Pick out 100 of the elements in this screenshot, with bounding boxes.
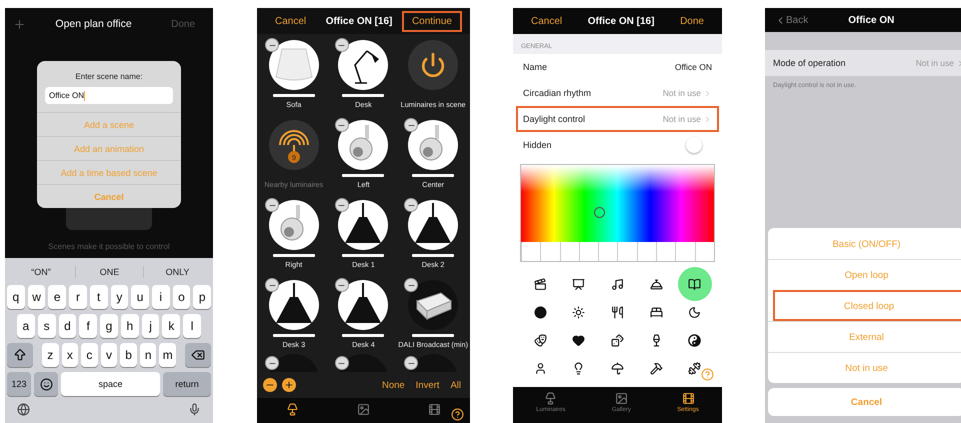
letter-key[interactable]: g (100, 314, 118, 338)
letter-key[interactable]: c (81, 343, 98, 367)
remove-button[interactable] (404, 118, 418, 132)
letter-key[interactable]: r (69, 285, 87, 309)
lamp-icon (286, 403, 299, 416)
color-selector[interactable] (594, 207, 606, 218)
letter-key[interactable]: q (6, 285, 25, 309)
settings-row[interactable]: Daylight control Not in use (516, 106, 719, 132)
letter-key[interactable]: y (110, 285, 128, 309)
letter-key[interactable]: m (159, 343, 176, 367)
brightness-bar (342, 334, 384, 337)
plus-icon (284, 380, 294, 390)
chevron-icon (703, 114, 712, 124)
hint-text: Scenes make it possible to control (48, 242, 170, 251)
scene-name-field[interactable]: Office ON (45, 87, 173, 104)
remove-button[interactable] (334, 278, 349, 292)
book-icon[interactable] (678, 267, 712, 301)
remove-button[interactable] (265, 198, 279, 212)
add-icon[interactable] (13, 18, 26, 30)
lamp-icon (544, 392, 558, 405)
picture-icon (614, 392, 628, 405)
picture-icon (357, 403, 370, 416)
power-icon (420, 52, 446, 78)
letter-key[interactable]: s (38, 314, 56, 338)
space-key[interactable]: space (61, 372, 160, 396)
remove-button[interactable] (265, 278, 279, 292)
letter-key[interactable]: i (152, 285, 170, 309)
letter-key[interactable]: l (183, 314, 202, 338)
color-swatch[interactable] (521, 242, 540, 261)
shift-key[interactable] (6, 343, 33, 367)
letter-key[interactable]: f (79, 314, 98, 338)
decrease-button[interactable] (263, 378, 277, 392)
help-icon[interactable] (451, 408, 464, 421)
remove-button[interactable] (265, 356, 279, 370)
smiley-icon (40, 378, 52, 390)
settings-row[interactable]: Mode of operation Not in use (765, 50, 961, 76)
cancel-button[interactable]: Cancel (265, 10, 316, 32)
color-swatch[interactable] (656, 242, 676, 261)
letter-key[interactable]: t (90, 285, 108, 309)
letter-key[interactable]: h (120, 314, 139, 338)
film-icon (428, 403, 441, 416)
brightness-bar (412, 174, 454, 177)
screen-title: Office ON (848, 14, 894, 26)
remove-button[interactable] (334, 356, 349, 370)
letter-key[interactable]: j (142, 314, 160, 338)
chevron-icon (703, 88, 712, 98)
remove-button[interactable] (404, 278, 418, 292)
remove-button[interactable] (404, 356, 418, 370)
remove-button[interactable] (334, 38, 349, 52)
remove-button[interactable] (334, 198, 349, 212)
return-key[interactable]: return (163, 372, 211, 396)
letter-key[interactable]: o (172, 285, 190, 309)
backspace-key[interactable] (185, 343, 212, 367)
numbers-key[interactable]: 123 (7, 372, 31, 396)
remove-button[interactable] (404, 198, 418, 212)
word-suggestion[interactable]: ONLY (143, 266, 211, 278)
letter-key[interactable]: v (100, 343, 118, 367)
letter-key[interactable]: b (120, 343, 137, 367)
remove-button[interactable] (334, 118, 349, 132)
letter-key[interactable]: u (131, 285, 149, 309)
screen-title: Office ON [16] (588, 16, 654, 26)
back-button[interactable]: Back (773, 12, 810, 28)
dialog-prompt: Enter scene name: (74, 71, 144, 83)
letter-key[interactable]: k (162, 314, 180, 338)
continue-button[interactable]: Continue (402, 10, 462, 32)
letter-key[interactable]: n (140, 343, 156, 367)
brightness-bar (272, 334, 315, 337)
emoji-key[interactable] (34, 372, 58, 396)
brightness-bar (342, 94, 384, 97)
brightness-bar (272, 254, 315, 257)
letter-key[interactable]: a (16, 314, 35, 338)
shift-icon (12, 348, 27, 362)
word-suggestion[interactable]: ONE (75, 266, 143, 278)
backspace-icon (191, 348, 206, 362)
color-swatch[interactable] (598, 242, 618, 261)
select-all-link[interactable]: All (447, 380, 464, 390)
brightness-bar (412, 334, 454, 337)
film-icon (682, 392, 694, 405)
letter-key[interactable]: d (58, 314, 76, 338)
screen-title: Open plan office (55, 18, 132, 30)
cancel-button[interactable]: Cancel (521, 10, 572, 32)
globe-icon[interactable] (17, 403, 30, 416)
brightness-bar (412, 254, 454, 257)
letter-key[interactable]: x (62, 343, 78, 367)
brightness-bar (272, 94, 315, 97)
microphone-icon[interactable] (188, 403, 201, 416)
screen-title: Office ON [16] (326, 16, 392, 26)
done-button[interactable]: Done (670, 10, 714, 32)
remove-button[interactable] (265, 38, 279, 52)
select-none-link[interactable]: None (378, 380, 408, 390)
color-spectrum[interactable] (521, 165, 714, 242)
letter-key[interactable]: e (48, 285, 66, 309)
increase-button[interactable] (282, 378, 296, 392)
brightness-bar (342, 254, 384, 257)
letter-key[interactable]: w (28, 285, 46, 309)
letter-key[interactable]: p (193, 285, 212, 309)
word-suggestion[interactable]: “ON” (7, 266, 75, 278)
brightness-bar (342, 174, 384, 177)
invert-link[interactable]: Invert (412, 380, 442, 390)
letter-key[interactable]: z (42, 343, 59, 367)
